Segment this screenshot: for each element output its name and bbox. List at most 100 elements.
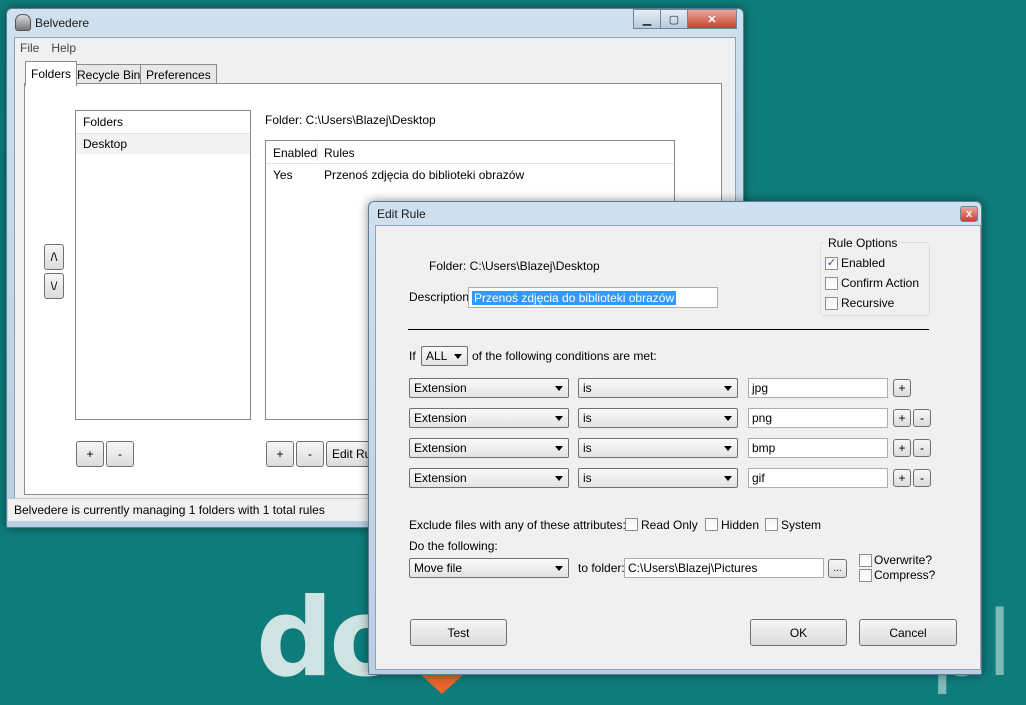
- confirm-action-label: Confirm Action: [841, 276, 920, 290]
- add-condition-button[interactable]: +: [893, 439, 911, 457]
- rule-name-cell: Przenoś zdjęcia do biblioteki obrazów: [324, 168, 525, 182]
- dialog-folder-label: Folder: C:\Users\Blazej\Desktop: [429, 259, 600, 273]
- overwrite-checkbox[interactable]: [859, 554, 872, 567]
- folders-list-header: Folders: [76, 111, 250, 134]
- condition-operator-value: is: [583, 441, 592, 455]
- hidden-checkbox[interactable]: [705, 518, 718, 531]
- recursive-checkbox[interactable]: [825, 297, 838, 310]
- browse-folder-button[interactable]: ...: [828, 559, 847, 578]
- chevron-down-icon: [454, 354, 462, 359]
- cancel-button[interactable]: Cancel: [859, 619, 957, 646]
- ok-button[interactable]: OK: [750, 619, 847, 646]
- add-condition-button[interactable]: +: [893, 379, 911, 397]
- condition-field-value: Extension: [414, 471, 467, 485]
- chevron-down-icon: [724, 446, 732, 451]
- if-label: If: [409, 349, 416, 363]
- dialog-title: Edit Rule: [377, 207, 426, 221]
- tab-preferences[interactable]: Preferences: [140, 64, 217, 85]
- move-down-button[interactable]: \/: [44, 273, 64, 299]
- rule-enabled-cell: Yes: [273, 168, 293, 182]
- confirm-action-checkbox[interactable]: [825, 277, 838, 290]
- add-rule-button[interactable]: +: [266, 441, 294, 467]
- exclude-label: Exclude files with any of these attribut…: [409, 518, 626, 532]
- selected-folder-label: Folder: C:\Users\Blazej\Desktop: [265, 113, 436, 127]
- condition-field-select[interactable]: Extension: [409, 438, 569, 458]
- chevron-down-icon: [555, 566, 563, 571]
- condition-operator-select[interactable]: is: [578, 378, 738, 398]
- folders-list[interactable]: Folders Desktop: [75, 110, 251, 420]
- rule-options-title: Rule Options: [826, 236, 900, 250]
- action-value: Move file: [414, 561, 463, 575]
- system-checkbox[interactable]: [765, 518, 778, 531]
- description-value: Przenoś zdjęcia do biblioteki obrazów: [472, 290, 677, 305]
- action-select[interactable]: Move file: [409, 558, 569, 578]
- condition-operator-select[interactable]: is: [578, 438, 738, 458]
- condition-field-select[interactable]: Extension: [409, 408, 569, 428]
- minimize-button[interactable]: ▁: [633, 9, 661, 29]
- condition-field-select[interactable]: Extension: [409, 378, 569, 398]
- rules-header-divider: [317, 143, 318, 161]
- chevron-down-icon: [724, 416, 732, 421]
- read-only-checkbox[interactable]: [625, 518, 638, 531]
- rules-list-header: Enabled Rules: [266, 141, 674, 164]
- remove-condition-button[interactable]: -: [913, 469, 931, 487]
- match-mode-value: ALL: [426, 349, 448, 363]
- move-up-button[interactable]: /\: [44, 244, 64, 270]
- close-button[interactable]: ✕: [687, 9, 737, 29]
- condition-operator-value: is: [583, 411, 592, 425]
- chevron-down-icon: [724, 476, 732, 481]
- add-condition-button[interactable]: +: [893, 409, 911, 427]
- folders-list-item[interactable]: Desktop: [76, 134, 250, 154]
- conditions-label: of the following conditions are met:: [472, 349, 657, 363]
- condition-operator-value: is: [583, 471, 592, 485]
- compress-checkbox[interactable]: [859, 569, 872, 582]
- match-mode-select[interactable]: ALL: [421, 346, 468, 366]
- compress-label: Compress?: [874, 568, 936, 582]
- condition-field-value: Extension: [414, 381, 467, 395]
- condition-field-value: Extension: [414, 441, 467, 455]
- system-label: System: [781, 518, 822, 532]
- chevron-down-icon: [555, 416, 563, 421]
- rules-header-enabled: Enabled: [273, 146, 318, 160]
- menu-help[interactable]: Help: [51, 41, 76, 55]
- tab-folders[interactable]: Folders: [25, 61, 78, 86]
- remove-condition-button[interactable]: -: [913, 439, 931, 457]
- condition-value-input[interactable]: png: [748, 408, 888, 428]
- hidden-label: Hidden: [721, 518, 760, 532]
- chevron-down-icon: [555, 476, 563, 481]
- condition-operator-select[interactable]: is: [578, 408, 738, 428]
- main-window-title: Belvedere: [35, 16, 90, 30]
- recursive-label: Recursive: [841, 296, 895, 310]
- menu-file[interactable]: File: [20, 41, 39, 55]
- condition-value-input[interactable]: bmp: [748, 438, 888, 458]
- add-condition-button[interactable]: +: [893, 469, 911, 487]
- rules-list-row[interactable]: Yes Przenoś zdjęcia do biblioteki obrazó…: [266, 165, 674, 185]
- condition-operator-value: is: [583, 381, 592, 395]
- overwrite-label: Overwrite?: [874, 553, 933, 567]
- enabled-checkbox[interactable]: ✓: [825, 257, 838, 270]
- condition-operator-select[interactable]: is: [578, 468, 738, 488]
- chevron-down-icon: [555, 446, 563, 451]
- remove-rule-button[interactable]: -: [296, 441, 324, 467]
- chevron-down-icon: [555, 386, 563, 391]
- remove-condition-button[interactable]: -: [913, 409, 931, 427]
- condition-value-input[interactable]: gif: [748, 468, 888, 488]
- condition-value-input[interactable]: jpg: [748, 378, 888, 398]
- read-only-label: Read Only: [641, 518, 698, 532]
- dialog-separator: [408, 329, 929, 330]
- do-following-label: Do the following:: [409, 539, 498, 553]
- to-folder-label: to folder:: [578, 561, 625, 575]
- test-button[interactable]: Test: [410, 619, 507, 646]
- menubar: File Help: [15, 38, 735, 58]
- desktop-watermark-arrow: [418, 672, 466, 694]
- dialog-close-button[interactable]: x: [960, 206, 978, 222]
- tab-recycle-bin[interactable]: Recycle Bin: [71, 64, 147, 85]
- add-folder-button[interactable]: +: [76, 441, 104, 467]
- description-label: Description:: [409, 290, 473, 304]
- condition-field-select[interactable]: Extension: [409, 468, 569, 488]
- description-input[interactable]: Przenoś zdjęcia do biblioteki obrazów: [468, 287, 718, 308]
- to-folder-input[interactable]: C:\Users\Blazej\Pictures: [624, 558, 824, 578]
- maximize-button[interactable]: ▢: [660, 9, 688, 29]
- chevron-down-icon: [724, 386, 732, 391]
- remove-folder-button[interactable]: -: [106, 441, 134, 467]
